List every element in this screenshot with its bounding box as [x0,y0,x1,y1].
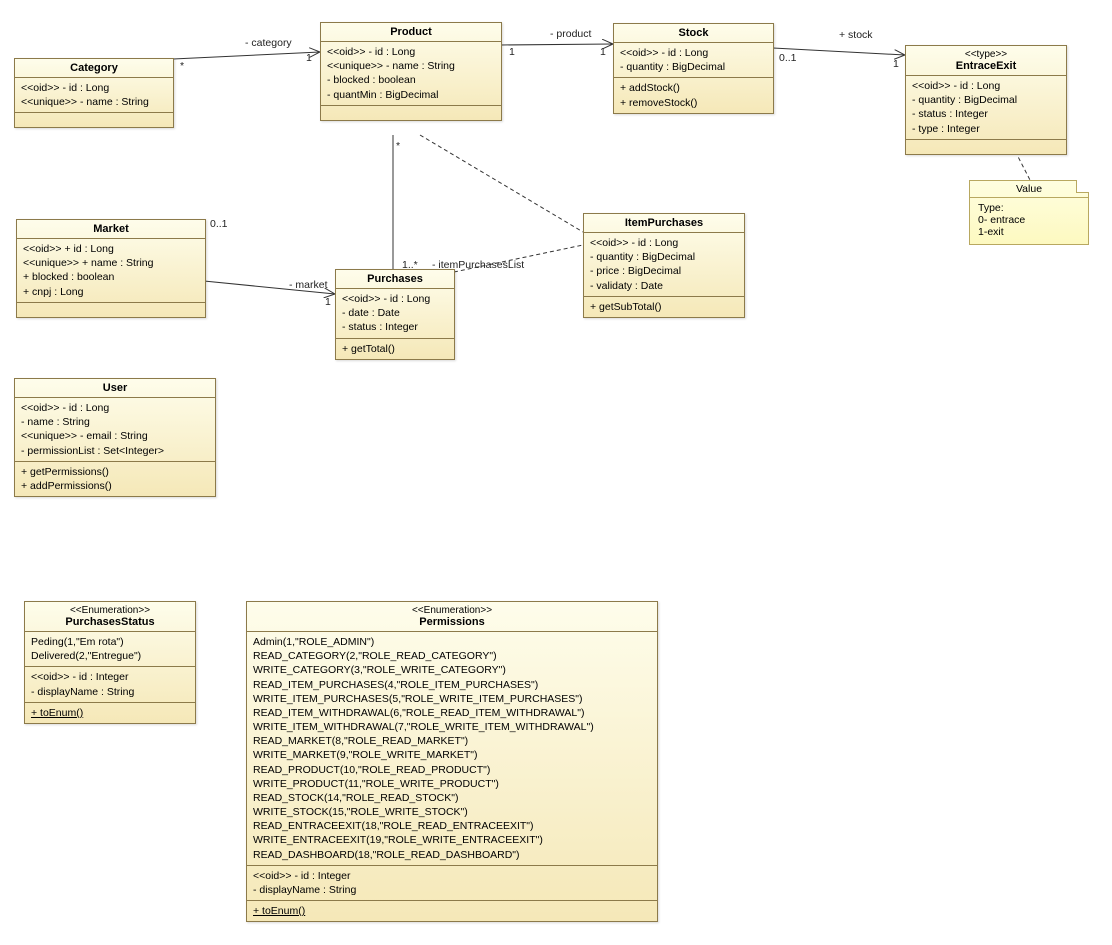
class-user-title: User [15,379,215,398]
permissions-m1: + toEnum() [253,904,651,918]
class-itempurchases: ItemPurchases <<oid>> - id : Long - quan… [583,213,745,318]
product-attr-name: <<unique>> - name : String [327,59,495,73]
market-attr-name: <<unique>> + name : String [23,256,199,270]
mult-one-1: 1 [306,52,312,64]
note-l1: Type: [978,202,1080,214]
mult-one-5: 1 [325,296,331,308]
purchasesstatus-a2: - displayName : String [31,685,189,699]
entraceexit-attr-status: - status : Integer [912,107,1060,121]
purchases-method-total: + getTotal() [342,342,448,356]
category-attr-id: <<oid>> - id : Long [21,81,167,95]
permissions-v12: READ_STOCK(14,"ROLE_READ_STOCK") [253,791,651,805]
mult-zero-one: 0..1 [779,52,797,64]
permissions-a2: - displayName : String [253,883,651,897]
permissions-v16: READ_DASHBOARD(18,"ROLE_READ_DASHBOARD") [253,848,651,862]
permissions-v15: WRITE_ENTRACEEXIT(19,"ROLE_WRITE_ENTRACE… [253,833,651,847]
purchases-attr-id: <<oid>> - id : Long [342,292,448,306]
mult-one-3: 1 [600,46,606,58]
permissions-v1: Admin(1,"ROLE_ADMIN") [253,635,651,649]
label-market-role: - market [289,279,328,291]
permissions-v6: READ_ITEM_WITHDRAWAL(6,"ROLE_READ_ITEM_W… [253,706,651,720]
mult-zero-one-2: 0..1 [210,218,228,230]
class-market-title: Market [17,220,205,239]
label-plus-stock: + stock [839,29,873,41]
purchasesstatus-v2: Delivered(2,"Entregue") [31,649,189,663]
entraceexit-attr-type: - type : Integer [912,122,1060,136]
product-attr-id: <<oid>> - id : Long [327,45,495,59]
purchasesstatus-v1: Peding(1,"Em rota") [31,635,189,649]
itempurchases-attr-quantity: - quantity : BigDecimal [590,250,738,264]
permissions-v5: WRITE_ITEM_PURCHASES(5,"ROLE_WRITE_ITEM_… [253,692,651,706]
itempurchases-method-subtotal: + getSubTotal() [590,300,738,314]
class-stock: Stock <<oid>> - id : Long - quantity : B… [613,23,774,114]
note-l2: 0- entrace [978,214,1080,226]
permissions-v7: WRITE_ITEM_WITHDRAWAL(7,"ROLE_WRITE_ITEM… [253,720,651,734]
permissions-a1: <<oid>> - id : Integer [253,869,651,883]
permissions-v4: READ_ITEM_PURCHASES(4,"ROLE_ITEM_PURCHAS… [253,678,651,692]
class-category-title: Category [15,59,173,78]
permissions-v9: WRITE_MARKET(9,"ROLE_WRITE_MARKET") [253,748,651,762]
label-category-role: - category [245,37,292,49]
user-method-addperm: + addPermissions() [21,479,209,493]
category-attr-name: <<unique>> - name : String [21,95,167,109]
user-attr-email: <<unique>> - email : String [21,429,209,443]
itempurchases-attr-price: - price : BigDecimal [590,264,738,278]
user-attr-id: <<oid>> - id : Long [21,401,209,415]
market-attr-id: <<oid>> + id : Long [23,242,199,256]
class-permissions-title: Permissions [253,616,651,628]
class-purchasesstatus: <<Enumeration>> PurchasesStatus Peding(1… [24,601,196,724]
mult-one-4: 1 [893,58,899,70]
user-attr-name: - name : String [21,415,209,429]
class-product-title: Product [321,23,501,42]
stock-method-remove: + removeStock() [620,96,767,110]
class-itempurchases-title: ItemPurchases [584,214,744,233]
class-permissions: <<Enumeration>> Permissions Admin(1,"ROL… [246,601,658,922]
permissions-v8: READ_MARKET(8,"ROLE_READ_MARKET") [253,734,651,748]
product-attr-quantmin: - quantMin : BigDecimal [327,88,495,102]
note-l3: 1-exit [978,226,1080,238]
purchases-attr-status: - status : Integer [342,320,448,334]
note-value: Value Type: 0- entrace 1-exit [969,180,1089,245]
permissions-v11: WRITE_PRODUCT(11,"ROLE_WRITE_PRODUCT") [253,777,651,791]
permissions-v3: WRITE_CATEGORY(3,"ROLE_WRITE_CATEGORY") [253,663,651,677]
class-purchases: Purchases <<oid>> - id : Long - date : D… [335,269,455,360]
user-attr-permlist: - permissionList : Set<Integer> [21,444,209,458]
itempurchases-attr-id: <<oid>> - id : Long [590,236,738,250]
class-product: Product <<oid>> - id : Long <<unique>> -… [320,22,502,121]
mult-star-2: * [396,140,400,152]
stock-attr-quantity: - quantity : BigDecimal [620,60,767,74]
class-purchasesstatus-title: PurchasesStatus [31,616,189,628]
label-product-role: - product [550,28,591,40]
purchasesstatus-a1: <<oid>> - id : Integer [31,670,189,684]
purchasesstatus-stereo: <<Enumeration>> [31,605,189,616]
note-title: Value [1016,183,1042,195]
entraceexit-attr-quantity: - quantity : BigDecimal [912,93,1060,107]
entraceexit-stereo: <<type>> [912,49,1060,60]
market-attr-cnpj: + cnpj : Long [23,285,199,299]
mult-one-2: 1 [509,46,515,58]
permissions-v14: READ_ENTRACEEXIT(18,"ROLE_READ_ENTRACEEX… [253,819,651,833]
permissions-v2: READ_CATEGORY(2,"ROLE_READ_CATEGORY") [253,649,651,663]
product-attr-blocked: - blocked : boolean [327,73,495,87]
mult-star-1: * [180,60,184,72]
class-stock-title: Stock [614,24,773,43]
class-purchases-title: Purchases [336,270,454,289]
class-market: Market <<oid>> + id : Long <<unique>> + … [16,219,206,318]
permissions-v10: READ_PRODUCT(10,"ROLE_READ_PRODUCT") [253,763,651,777]
class-entraceexit-title: EntraceExit [912,60,1060,72]
permissions-stereo: <<Enumeration>> [253,605,651,616]
user-method-getperm: + getPermissions() [21,465,209,479]
entraceexit-attr-id: <<oid>> - id : Long [912,79,1060,93]
purchases-attr-date: - date : Date [342,306,448,320]
stock-attr-id: <<oid>> - id : Long [620,46,767,60]
class-user: User <<oid>> - id : Long - name : String… [14,378,216,497]
itempurchases-attr-validaty: - validaty : Date [590,279,738,293]
stock-method-add: + addStock() [620,81,767,95]
purchasesstatus-m1: + toEnum() [31,706,189,720]
permissions-v13: WRITE_STOCK(15,"ROLE_WRITE_STOCK") [253,805,651,819]
market-attr-blocked: + blocked : boolean [23,270,199,284]
class-entraceexit: <<type>> EntraceExit <<oid>> - id : Long… [905,45,1067,155]
note-fold-icon [1076,180,1089,193]
class-category: Category <<oid>> - id : Long <<unique>> … [14,58,174,128]
